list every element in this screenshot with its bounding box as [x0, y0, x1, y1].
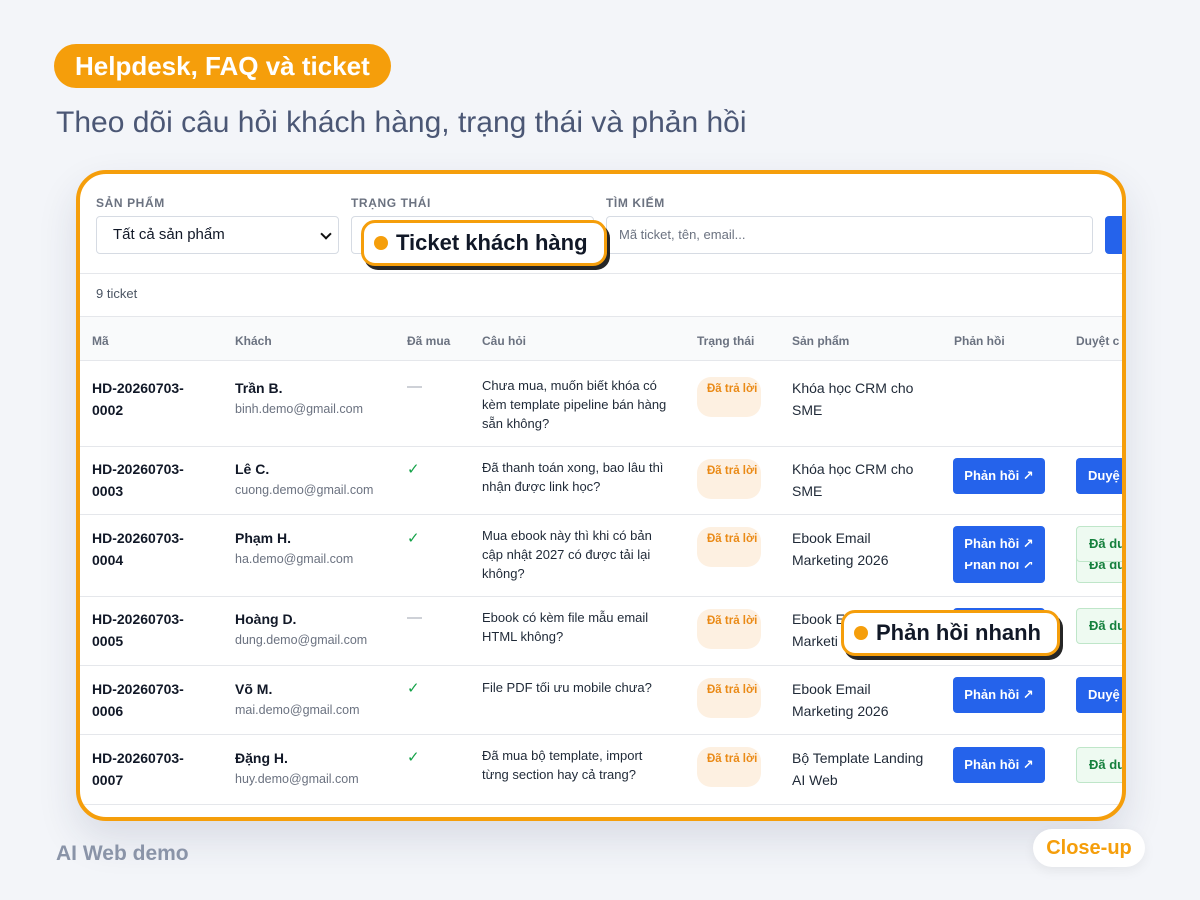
approved-button[interactable]: Đã du — [1076, 526, 1122, 562]
reply-button[interactable]: Phản hồi ↗ — [953, 526, 1045, 562]
ticket-code[interactable]: HD-20260703-0004 — [92, 527, 212, 571]
app-screenshot-frame: SẢN PHẨM Tất cả sản phẩm TRẠNG THÁI TÌM … — [76, 170, 1126, 821]
bought-indicator: — — [407, 378, 422, 395]
status-badge — [697, 817, 761, 821]
header-reply: Phản hồi — [954, 334, 1005, 348]
check-icon: ✓ — [407, 461, 420, 478]
headline-badge: Helpdesk, FAQ và ticket — [54, 44, 391, 88]
product-name: Khóa học CRM cho SME — [792, 380, 914, 418]
question-text: Chưa mua, muốn biết khóa có kèm template… — [482, 378, 667, 431]
reply-button[interactable]: Phản hồi ↗ — [953, 458, 1045, 494]
question-text: Đã mua bộ template, import từng section … — [482, 748, 643, 782]
divider — [80, 316, 1122, 317]
callout-dot — [854, 626, 868, 640]
customer-cell: Võ M. mai.demo@gmail.com — [235, 681, 360, 717]
header-status: Trạng thái — [697, 334, 755, 348]
ticket-code[interactable]: HD-20260703-0006 — [92, 678, 212, 722]
reply-button[interactable]: Phản hồi ↗ — [953, 747, 1045, 783]
ticket-code[interactable]: HD-20260703-0002 — [92, 377, 212, 421]
status-badge: Đã trả lời — [697, 377, 761, 417]
customer-email: huy.demo@gmail.com — [235, 772, 359, 786]
question-text: File PDF tối ưu mobile chưa? — [482, 680, 652, 695]
customer-cell: Trần B. binh.demo@gmail.com — [235, 380, 363, 416]
customer-email: ha.demo@gmail.com — [235, 552, 354, 566]
customer-cell: Đặng H. huy.demo@gmail.com — [235, 750, 359, 786]
product-select-value: Tất cả sản phẩm — [113, 226, 225, 243]
status-badge: Đã trả lời — [697, 747, 761, 787]
brand-name: AI Web demo — [56, 842, 189, 865]
ticket-code[interactable]: HD-20260703-0005 — [92, 608, 212, 652]
product-filter-label: SẢN PHẨM — [96, 196, 165, 210]
header-bought: Đã mua — [407, 334, 451, 348]
divider — [80, 514, 1122, 515]
divider — [80, 665, 1122, 666]
header-code: Mã — [92, 334, 109, 348]
product-name: Ebook Email Marketing 2026 — [792, 681, 889, 719]
product-name: Khóa học CRM cho SME — [792, 461, 914, 499]
customer-cell: Hoàng D. dung.demo@gmail.com — [235, 611, 367, 647]
customer-name: Trần B. — [235, 380, 283, 396]
header-approve: Duyệt c — [1076, 334, 1120, 348]
customer-email: binh.demo@gmail.com — [235, 402, 364, 416]
divider — [80, 273, 1122, 274]
question-text: Mua ebook này thì khi có bản cập nhật 20… — [482, 528, 652, 581]
customer-email: mai.demo@gmail.com — [235, 703, 360, 717]
divider — [80, 804, 1122, 805]
approve-button[interactable]: Duyệ — [1076, 458, 1122, 494]
callout-quick-reply: Phản hồi nhanh — [841, 610, 1060, 656]
header-question: Câu hỏi — [482, 334, 526, 348]
customer-cell: Phạm H. ha.demo@gmail.com — [235, 530, 353, 566]
ticket-count: 9 ticket — [96, 286, 138, 301]
customer-name: Lê C. — [235, 461, 270, 477]
search-button[interactable] — [1105, 216, 1122, 254]
divider — [80, 446, 1122, 447]
check-icon: ✓ — [407, 749, 420, 766]
product-name: Ebook Email Marketing 2026 — [792, 530, 889, 568]
ticket-code[interactable]: HD-20260703-0007 — [92, 747, 212, 791]
approved-button[interactable]: Đã du — [1076, 747, 1122, 783]
closeup-badge: Close-up — [1033, 829, 1145, 867]
divider — [80, 596, 1122, 597]
status-badge: Đã trả lời — [697, 527, 761, 567]
search-label: TÌM KIẾM — [606, 196, 665, 210]
approve-button[interactable]: Duyệ — [1076, 677, 1122, 713]
ticket-code[interactable]: HD-20260703-0003 — [92, 458, 212, 502]
callout-dot — [374, 236, 388, 250]
question-text: Đã thanh toán xong, bao lâu thì nhận đượ… — [482, 460, 664, 494]
divider — [80, 734, 1122, 735]
search-input[interactable]: Mã ticket, tên, email... — [606, 216, 1093, 254]
customer-name: Hoàng D. — [235, 611, 297, 627]
bought-indicator: — — [407, 609, 422, 626]
product-name: Bộ Template Landing AI Web — [792, 750, 924, 788]
product-select[interactable]: Tất cả sản phẩm — [96, 216, 339, 254]
divider — [80, 360, 1122, 361]
customer-name: Võ M. — [235, 681, 273, 697]
check-icon: ✓ — [407, 530, 420, 547]
reply-button[interactable] — [953, 817, 1045, 821]
reply-button[interactable]: Phản hồi ↗ — [953, 677, 1045, 713]
question-text: Ebook có kèm file mẫu email HTML không? — [482, 610, 649, 644]
header-customer: Khách — [235, 334, 272, 348]
status-badge: Đã trả lời — [697, 609, 761, 649]
customer-cell: Lê C. cuong.demo@gmail.com — [235, 461, 373, 497]
customer-name: Phạm H. — [235, 530, 292, 546]
customer-email: dung.demo@gmail.com — [235, 633, 368, 647]
callout-label: Phản hồi nhanh — [876, 620, 1041, 645]
approved-button[interactable]: Đã du — [1076, 608, 1122, 644]
check-icon: ✓ — [407, 680, 420, 697]
callout-label: Ticket khách hàng — [396, 230, 588, 255]
status-filter-label: TRẠNG THÁI — [351, 196, 431, 210]
customer-name: Đặng H. — [235, 750, 288, 766]
chevron-down-icon — [320, 228, 332, 240]
page-subtitle: Theo dõi câu hỏi khách hàng, trạng thái … — [56, 106, 747, 139]
customer-email: cuong.demo@gmail.com — [235, 483, 374, 497]
status-badge: Đã trả lời — [697, 678, 761, 718]
callout-tickets: Ticket khách hàng — [361, 220, 607, 266]
header-product: Sản phẩm — [792, 334, 850, 348]
status-badge: Đã trả lời — [697, 459, 761, 499]
